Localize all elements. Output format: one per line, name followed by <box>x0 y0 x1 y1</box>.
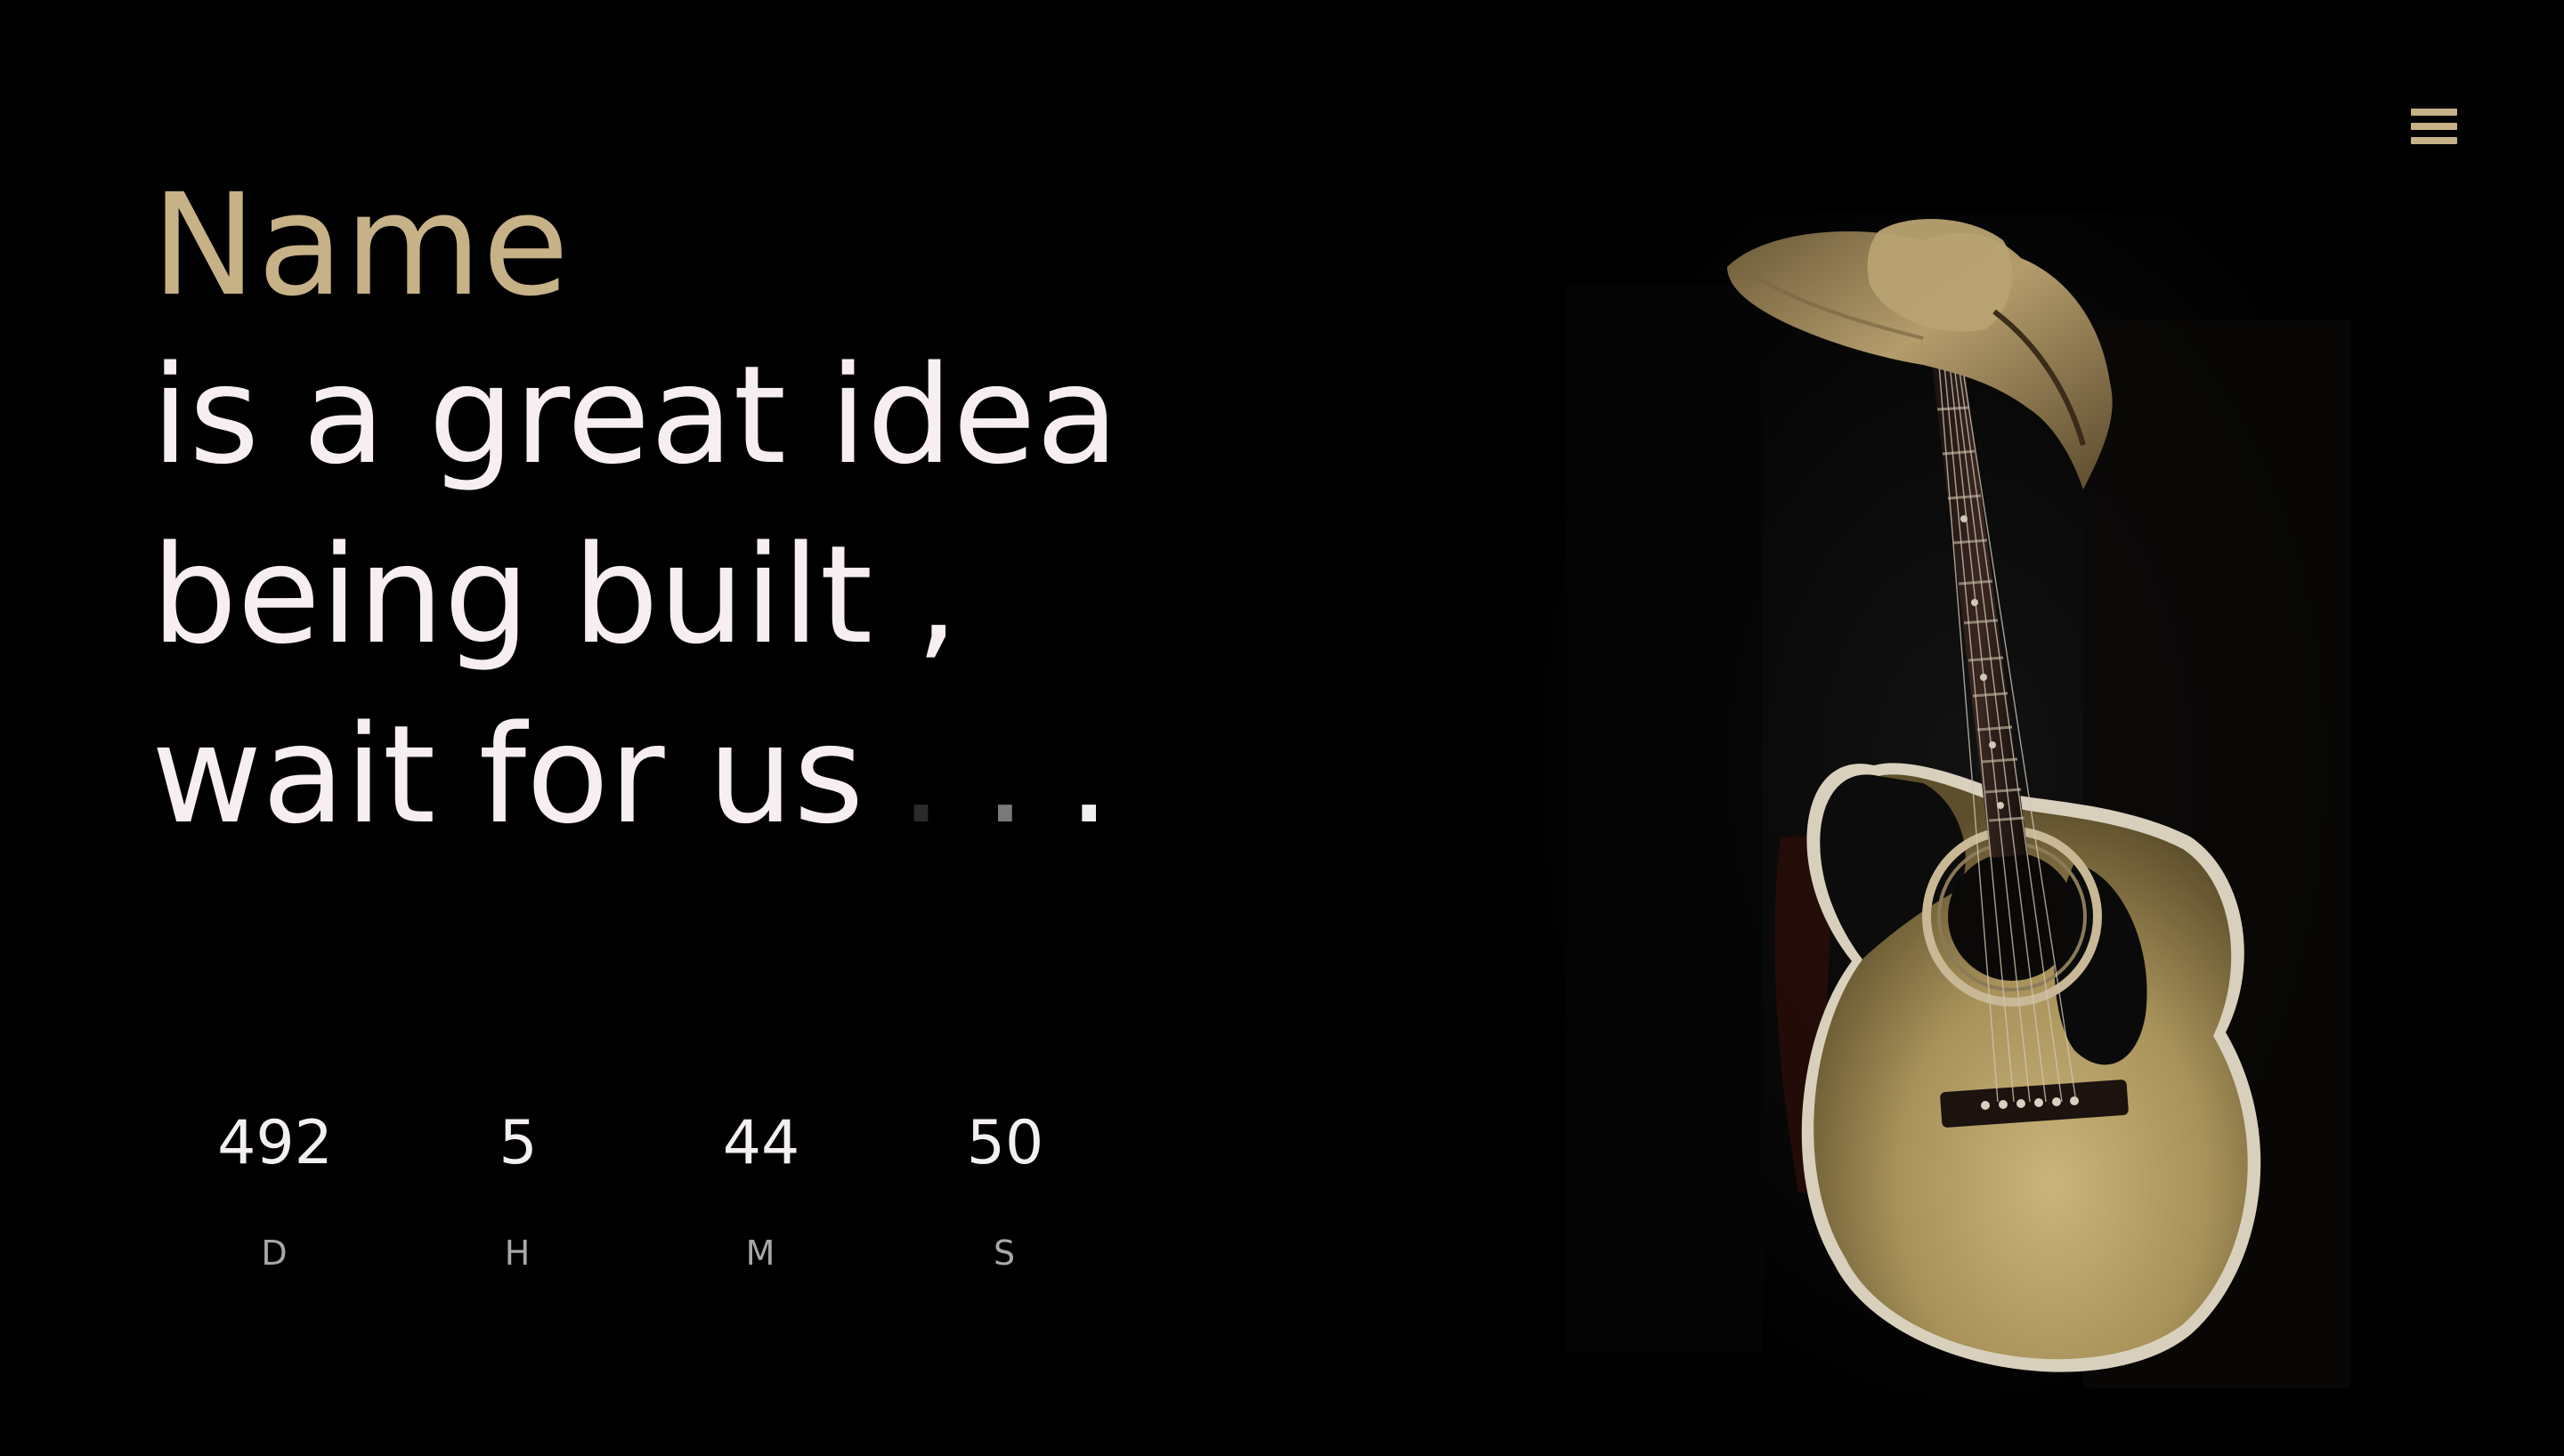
guitar-hat-photo <box>1460 178 2404 1456</box>
countdown-seconds-label: S <box>993 1234 1018 1273</box>
tagline-line-3: wait for us... <box>151 685 1309 865</box>
hamburger-menu-icon[interactable] <box>2404 100 2457 151</box>
tagline-line-2: being built , <box>151 516 959 674</box>
countdown-days: 492 D <box>182 1104 369 1273</box>
countdown-minutes-label: M <box>745 1234 777 1273</box>
countdown-seconds-value: 50 <box>966 1108 1044 1178</box>
brand-name: Name <box>151 164 571 328</box>
menu-bar-middle <box>2411 123 2457 130</box>
loading-dot: . <box>983 696 1068 853</box>
countdown-minutes: 44 M <box>668 1104 855 1273</box>
countdown-days-value: 492 <box>217 1108 333 1178</box>
guitar-hat-illustration <box>1460 178 2404 1456</box>
hero-headline: Name is a great idea being built , wait … <box>151 166 1309 865</box>
countdown-timer: 492 D 5 H 44 M 50 S <box>182 1104 1161 1317</box>
tagline-line-3-text: wait for us <box>151 696 864 853</box>
loading-dots: ... <box>899 685 1151 865</box>
menu-bar-bottom <box>2411 137 2457 144</box>
landing-page: Name is a great idea being built , wait … <box>0 0 2564 1456</box>
tagline-line-1: is a great idea <box>151 336 1119 494</box>
countdown-hours-label: H <box>504 1234 532 1273</box>
menu-bar-top <box>2411 109 2457 116</box>
countdown-seconds: 50 S <box>912 1104 1099 1273</box>
loading-dot: . <box>1067 696 1152 853</box>
countdown-hours-value: 5 <box>499 1108 538 1178</box>
countdown-minutes-value: 44 <box>722 1108 800 1178</box>
loading-dot: . <box>899 696 984 853</box>
countdown-days-label: D <box>261 1234 289 1273</box>
countdown-hours: 5 H <box>425 1104 612 1273</box>
